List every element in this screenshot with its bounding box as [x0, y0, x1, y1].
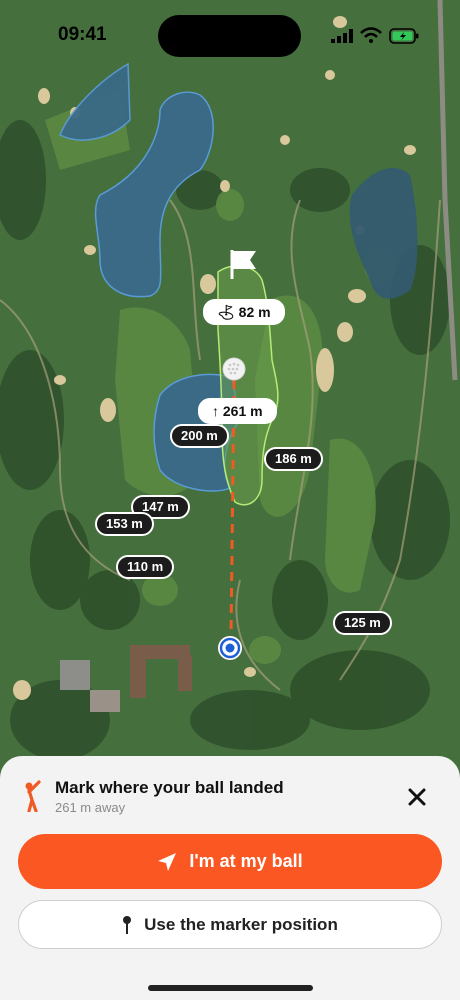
location-arrow-icon [158, 852, 177, 871]
arrow-up-icon: ↑ [212, 403, 219, 419]
battery-icon [389, 28, 419, 44]
home-indicator[interactable] [148, 985, 313, 991]
sheet-title: Mark where your ball landed [55, 778, 284, 797]
signal-icon [331, 29, 353, 43]
use-marker-position-button[interactable]: Use the marker position [18, 900, 442, 949]
bunker-icon: ⛳︎ [217, 304, 235, 320]
golfer-icon [25, 780, 41, 812]
sheet-subtitle: 261 m away [55, 800, 126, 815]
distance-marker: 110 m [116, 555, 175, 579]
shot-distance-label: ↑ 261 m [198, 398, 277, 424]
im-at-my-ball-button[interactable]: I'm at my ball [18, 834, 442, 889]
status-bar: 09:41 [0, 0, 460, 57]
distance-marker: 153 m [95, 512, 154, 536]
wifi-icon [360, 27, 382, 43]
pin-distance-label: ⛳︎ 82 m [203, 299, 285, 325]
close-icon[interactable] [404, 784, 430, 810]
flag-icon[interactable] [226, 248, 260, 280]
dynamic-island [158, 15, 301, 57]
golf-ball-icon[interactable] [222, 357, 246, 381]
pin-icon [123, 915, 132, 934]
player-location-icon[interactable] [217, 635, 243, 661]
status-time: 09:41 [58, 24, 107, 45]
distance-marker: 200 m [170, 424, 229, 448]
distance-marker: 186 m [264, 447, 323, 471]
distance-marker: 125 m [333, 611, 392, 635]
